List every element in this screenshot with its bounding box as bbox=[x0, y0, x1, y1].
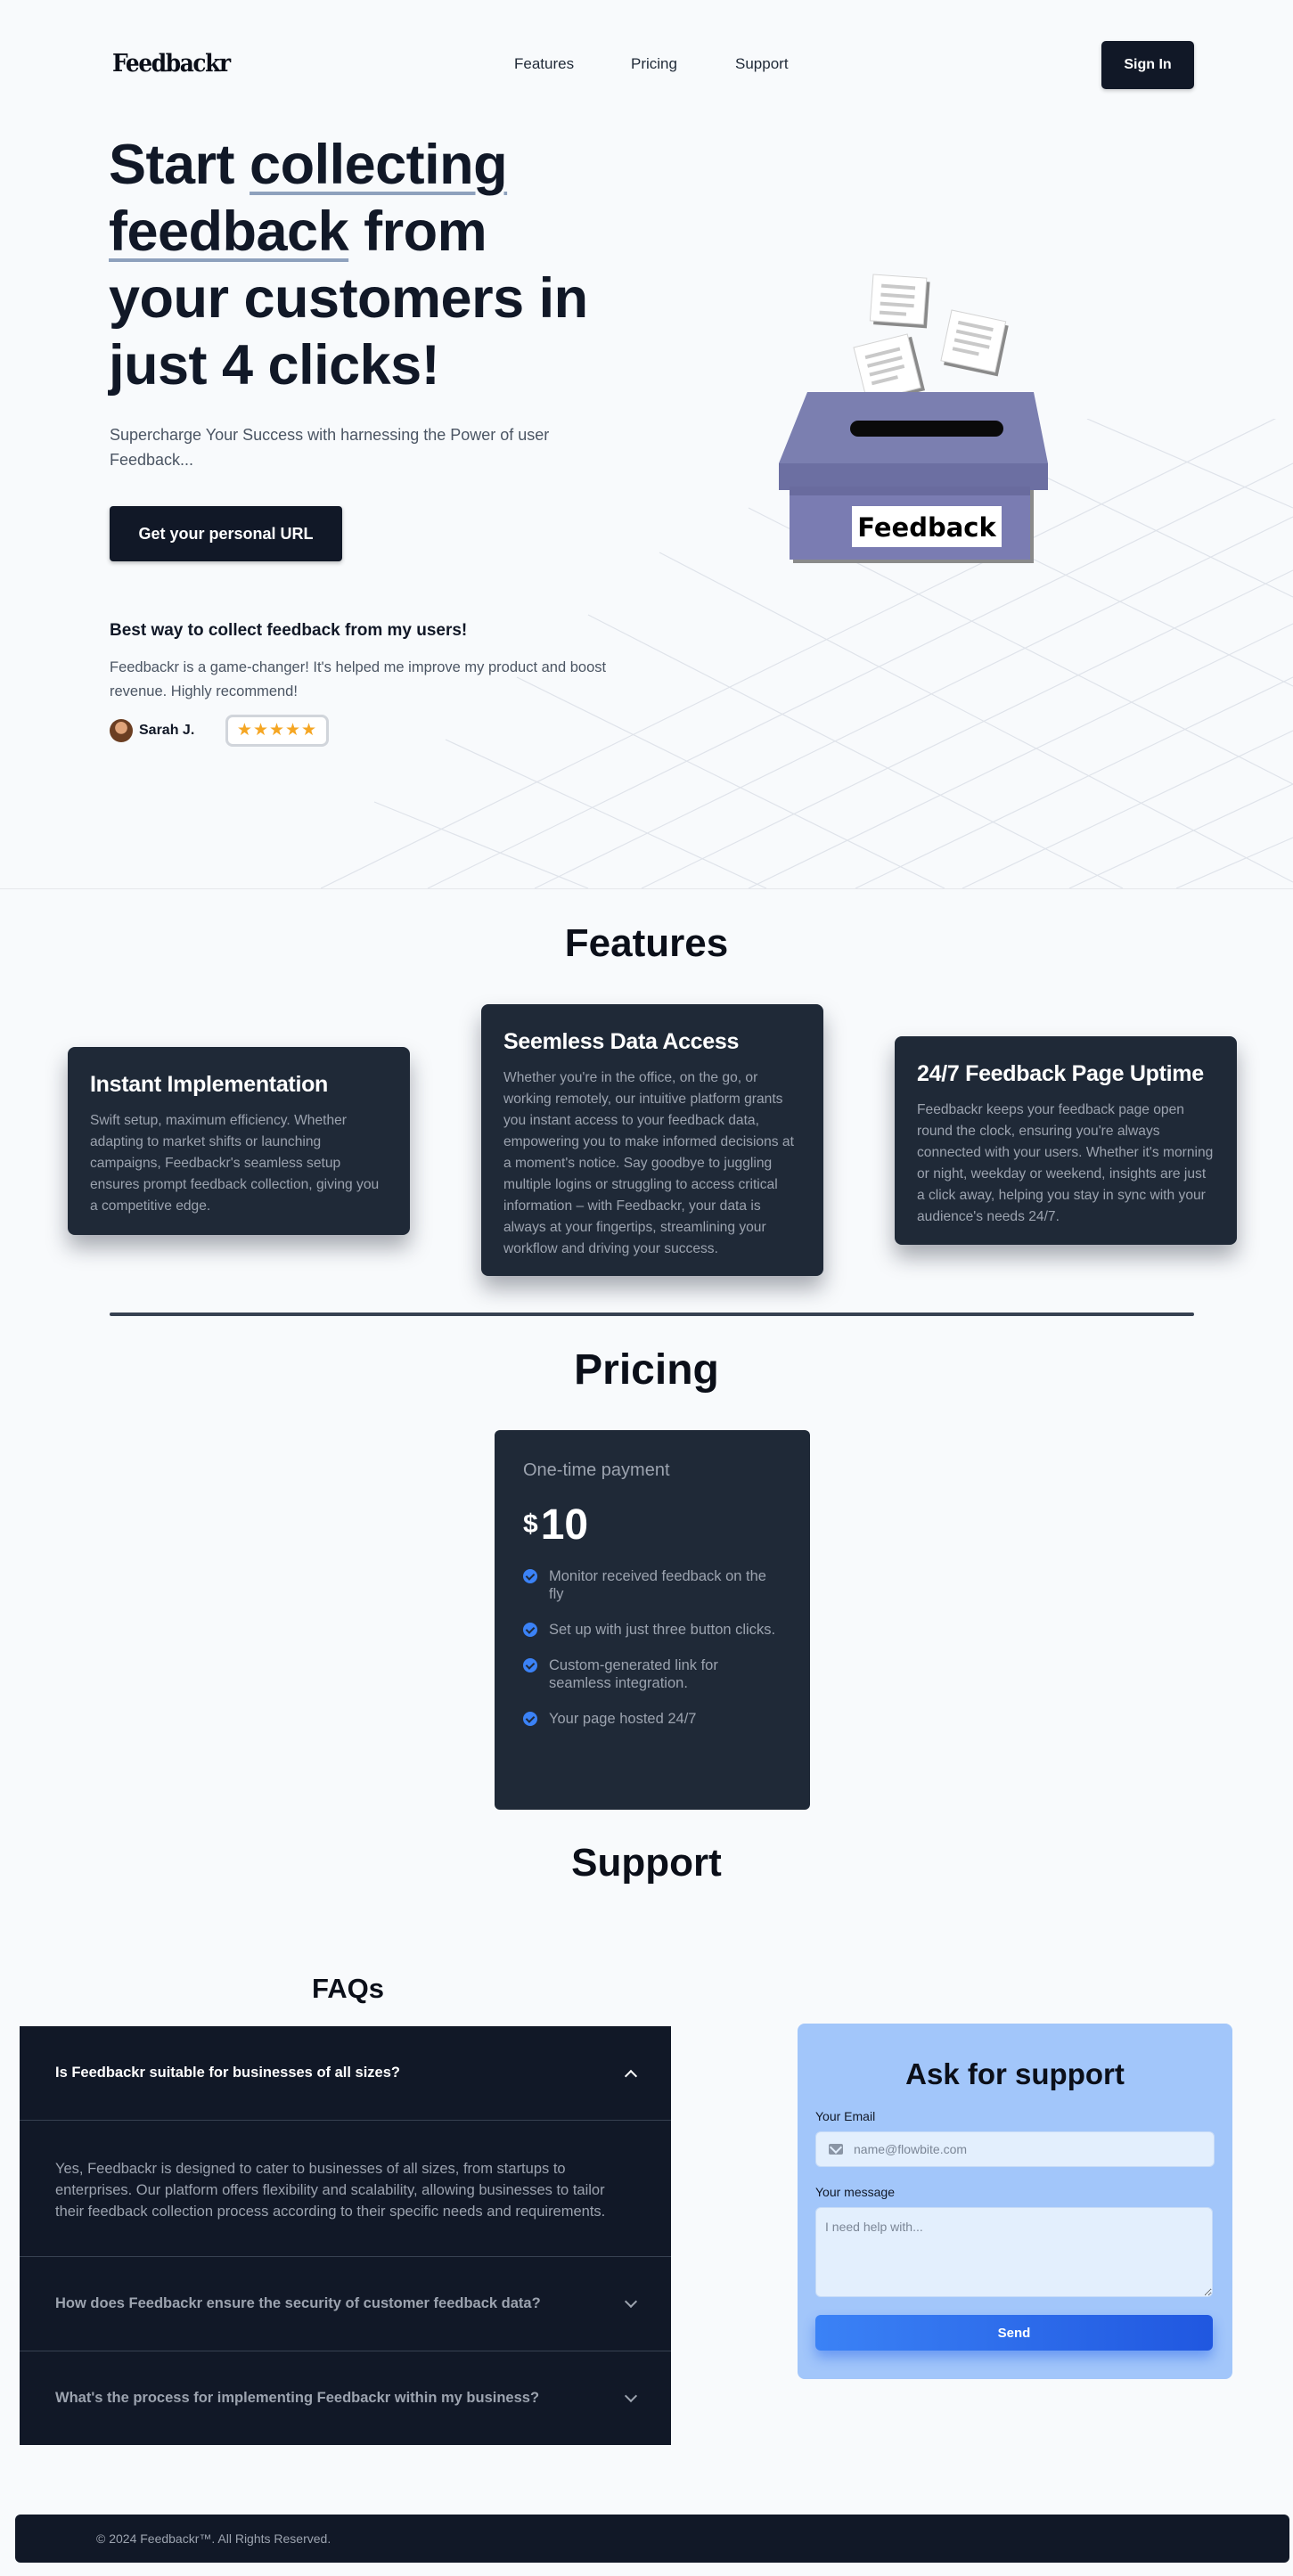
price-value: 10 bbox=[540, 1501, 589, 1549]
support-form: Ask for support Your Email Your message … bbox=[798, 2024, 1232, 2379]
nav-link-support[interactable]: Support bbox=[735, 55, 789, 73]
faq-accordion: Is Feedbackr suitable for businesses of … bbox=[20, 2026, 671, 2445]
logo[interactable]: Feedbackr bbox=[112, 50, 231, 78]
paper-icon bbox=[869, 274, 930, 329]
footer: © 2024 Feedbackr™. All Rights Reserved. bbox=[15, 2515, 1289, 2563]
email-label: Your Email bbox=[815, 2109, 876, 2123]
check-icon bbox=[523, 1658, 537, 1672]
pricing-feature-text: Custom-generated link for seamless integ… bbox=[549, 1657, 718, 1691]
mail-icon bbox=[829, 2144, 843, 2155]
pricing-feature-text: Monitor received feedback on the fly bbox=[549, 1568, 766, 1602]
feature-card-title: 24/7 Feedback Page Uptime bbox=[917, 1061, 1204, 1086]
section-divider bbox=[0, 888, 1293, 889]
email-field-wrapper bbox=[815, 2131, 1215, 2167]
pricing-feature-item: Set up with just three button clicks. bbox=[523, 1621, 782, 1639]
pricing-feature-item: Monitor received feedback on the fly bbox=[523, 1567, 782, 1603]
faq-question-text: How does Feedbackr ensure the security o… bbox=[55, 2295, 541, 2311]
footer-copyright: © 2024 Feedbackr™. All Rights Reserved. bbox=[96, 2531, 331, 2546]
testimonial-title: Best way to collect feedback from my use… bbox=[110, 621, 468, 640]
faq-item: How does Feedbackr ensure the security o… bbox=[20, 2257, 671, 2351]
pricing-feature-text: Your page hosted 24/7 bbox=[549, 1711, 697, 1727]
star-rating: ★★★★★ bbox=[225, 715, 329, 747]
testimonial-author: Sarah J. bbox=[139, 723, 195, 738]
feature-card-body: Swift setup, maximum efficiency. Whether… bbox=[90, 1113, 380, 1214]
testimonial-body: Feedbackr is a game-changer! It's helped… bbox=[110, 659, 607, 699]
feature-card-title: Instant Implementation bbox=[90, 1072, 329, 1097]
hero-title-highlight-2: feedback bbox=[109, 200, 349, 263]
email-field[interactable] bbox=[854, 2142, 1192, 2156]
feature-card-body: Feedbackr keeps your feedback page open … bbox=[917, 1102, 1214, 1224]
feature-card: Seemless Data Access Whether you're in t… bbox=[481, 1004, 823, 1276]
price-amount: $10 bbox=[523, 1501, 782, 1550]
chevron-up-icon bbox=[624, 2069, 638, 2082]
pricing-card: One-time payment $10 Monitor received fe… bbox=[495, 1430, 810, 1810]
section-divider bbox=[110, 1313, 1194, 1316]
check-icon bbox=[523, 1712, 537, 1726]
hero-title-highlight-1: collecting bbox=[250, 134, 508, 196]
feature-card: 24/7 Feedback Page Uptime Feedbackr keep… bbox=[895, 1036, 1237, 1245]
pricing-label: One-time payment bbox=[523, 1460, 670, 1480]
support-title: Support bbox=[571, 1841, 722, 1885]
faq-question-3[interactable]: What's the process for implementing Feed… bbox=[20, 2351, 671, 2445]
pricing-feature-item: Your page hosted 24/7 bbox=[523, 1710, 782, 1728]
features-title: Features bbox=[564, 921, 729, 965]
send-button[interactable]: Send bbox=[815, 2315, 1213, 2351]
message-label: Your message bbox=[815, 2185, 895, 2199]
hero-title-part1: Start bbox=[109, 134, 250, 196]
pricing-feature-item: Custom-generated link for seamless integ… bbox=[523, 1656, 782, 1692]
get-url-button[interactable]: Get your personal URL bbox=[110, 506, 342, 561]
faq-question-2[interactable]: How does Feedbackr ensure the security o… bbox=[20, 2257, 671, 2351]
support-form-title: Ask for support bbox=[905, 2057, 1125, 2090]
feature-card-body: Whether you're in the office, on the go,… bbox=[503, 1070, 794, 1256]
feedback-box-illustration: Feedback bbox=[779, 274, 1048, 563]
pricing-feature-list: Monitor received feedback on the fly Set… bbox=[523, 1567, 782, 1728]
check-icon bbox=[523, 1569, 537, 1583]
faq-question-text: What's the process for implementing Feed… bbox=[55, 2390, 540, 2406]
pricing-feature-text: Set up with just three button clicks. bbox=[549, 1622, 776, 1638]
faq-title: FAQs bbox=[312, 1973, 384, 2004]
message-field[interactable] bbox=[815, 2207, 1213, 2297]
feature-card: Instant Implementation Swift setup, maxi… bbox=[68, 1047, 410, 1235]
hero-subtitle: Supercharge Your Success with harnessing… bbox=[110, 426, 550, 469]
faq-item: What's the process for implementing Feed… bbox=[20, 2351, 671, 2445]
feature-card-title: Seemless Data Access bbox=[503, 1029, 740, 1054]
paper-icon bbox=[940, 309, 1009, 377]
sign-in-button[interactable]: Sign In bbox=[1101, 41, 1194, 89]
chevron-down-icon bbox=[624, 2389, 638, 2402]
faq-question-1[interactable]: Is Feedbackr suitable for businesses of … bbox=[20, 2026, 671, 2120]
faq-answer: Yes, Feedbackr is designed to cater to b… bbox=[20, 2120, 671, 2256]
hero-title: Start collecting feedback from your custo… bbox=[109, 132, 608, 399]
avatar bbox=[110, 719, 133, 742]
nav-link-features[interactable]: Features bbox=[514, 55, 574, 73]
box-label: Feedback bbox=[857, 512, 996, 543]
chevron-down-icon bbox=[624, 2294, 638, 2308]
pricing-title: Pricing bbox=[574, 1346, 719, 1394]
nav-link-pricing[interactable]: Pricing bbox=[631, 55, 677, 73]
faq-question-text: Is Feedbackr suitable for businesses of … bbox=[55, 2065, 400, 2081]
faq-item: Is Feedbackr suitable for businesses of … bbox=[20, 2026, 671, 2257]
check-icon bbox=[523, 1623, 537, 1637]
price-currency: $ bbox=[523, 1509, 538, 1539]
